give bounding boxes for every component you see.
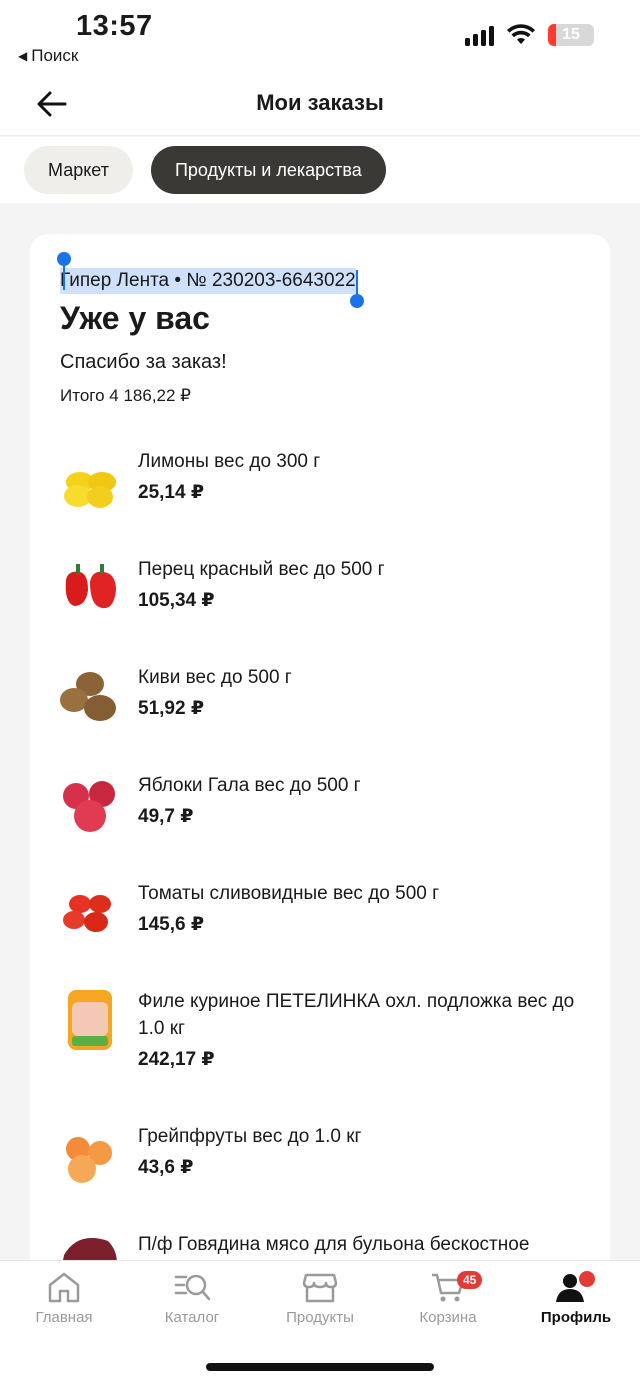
tab-catalog[interactable]: Каталог [137, 1267, 247, 1326]
list-item[interactable]: Перец красный вес до 500 г 105,34 ₽ [58, 556, 598, 636]
tab-profile-label: Профиль [540, 1309, 612, 1326]
tab-home-label: Главная [35, 1309, 93, 1326]
tab-profile[interactable]: Профиль [521, 1267, 631, 1326]
cart-count-badge: 45 [457, 1271, 483, 1289]
item-name: Томаты сливовидные вес до 500 г [138, 883, 440, 904]
tomato-icon [63, 895, 111, 932]
item-name: Яблоки Гала вес до 500 г [138, 775, 361, 796]
item-name: Киви вес до 500 г [138, 667, 292, 688]
tab-market[interactable]: Маркет [24, 146, 133, 194]
segment-tabs: Маркет Продукты и лекарства [0, 137, 640, 203]
thanks-message: Спасибо за заказ! [60, 351, 227, 373]
item-name: Филе куриное ПЕТЕЛИНКА охл. подложка вес… [138, 991, 575, 1039]
bottom-tab-bar: Главная Каталог Продукты 45 Корзина Проф… [0, 1260, 640, 1385]
home-indicator [206, 1363, 434, 1371]
status-bar: 13:57 ◀ Поиск 15 [0, 0, 640, 76]
item-price: 242,17 ₽ [138, 1049, 215, 1070]
list-item[interactable]: Томаты сливовидные вес до 500 г 145,6 ₽ [58, 880, 598, 960]
grapefruit-icon [66, 1137, 112, 1183]
list-item[interactable]: Лимоны вес до 300 г 25,14 ₽ [58, 448, 598, 528]
item-price: 145,6 ₽ [138, 914, 205, 935]
tab-catalog-label: Каталог [164, 1309, 220, 1326]
list-item[interactable]: Филе куриное ПЕТЕЛИНКА охл. подложка вес… [58, 988, 598, 1098]
order-store-and-number[interactable]: Гипер Лента • № 230203-6643022 [60, 268, 356, 294]
battery-level: 15 [562, 26, 580, 43]
back-triangle-icon: ◀ [18, 49, 28, 63]
tab-products-medicine[interactable]: Продукты и лекарства [150, 146, 386, 194]
selection-start-handle[interactable] [57, 252, 71, 290]
chicken-fillet-icon [68, 990, 112, 1050]
order-card: Гипер Лента • № 230203-6643022 Уже у вас… [30, 234, 610, 1294]
cellular-signal-icon [465, 24, 494, 46]
item-price: 43,6 ₽ [138, 1157, 194, 1178]
list-item[interactable]: Киви вес до 500 г 51,92 ₽ [58, 664, 598, 744]
kiwi-icon [60, 672, 116, 721]
item-name: Лимоны вес до 300 г [138, 451, 321, 472]
item-price: 25,14 ₽ [138, 482, 205, 503]
lemon-icon [64, 472, 116, 508]
pepper-icon [65, 564, 116, 609]
profile-icon [556, 1271, 595, 1302]
apple-icon [63, 781, 115, 832]
list-item[interactable]: Яблоки Гала вес до 500 г 49,7 ₽ [58, 772, 598, 852]
list-item[interactable]: Грейпфруты вес до 1.0 кг 43,6 ₽ [58, 1123, 598, 1203]
tab-products-label: Продукты [286, 1309, 354, 1326]
tab-home[interactable]: Главная [9, 1267, 119, 1326]
order-id-selection: Гипер Лента • № 230203-6643022 [57, 252, 364, 308]
store-icon [302, 1273, 338, 1303]
selection-end-handle[interactable] [349, 270, 364, 308]
nav-header: Мои заказы [0, 76, 640, 136]
status-icons: 15 [465, 24, 594, 46]
item-name: П/ф Говядина мясо для бульона бескостное [138, 1234, 530, 1255]
clock: 13:57 [76, 10, 153, 42]
back-to-app-link[interactable]: ◀ Поиск [18, 46, 78, 66]
page-title: Мои заказы [256, 90, 384, 115]
item-price: 105,34 ₽ [138, 590, 215, 611]
tab-cart[interactable]: 45 Корзина [393, 1267, 503, 1326]
item-price: 49,7 ₽ [138, 806, 194, 827]
back-app-label: Поиск [31, 46, 79, 65]
battery-icon: 15 [548, 24, 594, 46]
item-name: Грейпфруты вес до 1.0 кг [138, 1126, 362, 1147]
order-total: Итого 4 186,22 ₽ [60, 386, 191, 405]
order-status: Уже у вас [60, 300, 210, 336]
tab-products[interactable]: Продукты [265, 1267, 375, 1326]
home-icon [48, 1272, 80, 1303]
tab-cart-label: Корзина [419, 1309, 477, 1326]
item-price: 51,92 ₽ [138, 698, 205, 719]
catalog-search-icon [174, 1274, 211, 1301]
item-name: Перец красный вес до 500 г [138, 559, 385, 580]
wifi-icon [507, 24, 535, 44]
